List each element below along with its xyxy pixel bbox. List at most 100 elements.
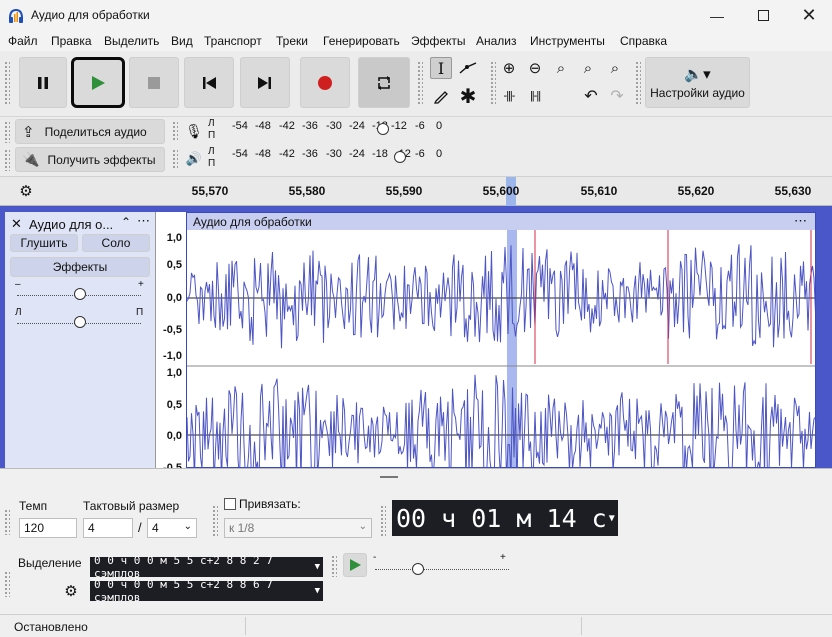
toolbar-grip[interactable] [4,571,10,597]
toolbar-grip[interactable] [172,121,178,141]
multi-tool-button[interactable]: ✱ [457,85,479,108]
channel-left-label: Л [208,118,215,129]
collapse-icon[interactable]: ⌃ [121,215,131,229]
mute-button[interactable]: Глушить [10,234,78,252]
waveform-clip[interactable]: Аудио для обработки ⋯ [186,212,816,468]
window-title: Аудио для обработки [31,8,150,22]
toolbar-grip[interactable] [212,505,218,537]
audio-setup-button[interactable]: 🔈▾ Настройки аудио [645,57,750,108]
stop-button[interactable] [129,57,179,108]
playback-meter[interactable]: -54 -48 -42 -36 -30 -24 -18 -12 -6 0 [222,145,447,171]
gain-plus: + [138,279,144,290]
record-meter-button[interactable]: 🎙 [183,120,205,142]
record-meter[interactable]: -54 -48 -42 -36 -30 -24 -18 -12 -6 0 [222,117,447,143]
toolbar-grip[interactable] [490,61,496,105]
clip-title-bar[interactable]: Аудио для обработки ⋯ [187,213,815,230]
selection-label: Выделение [18,556,82,570]
record-level-slider[interactable] [377,123,389,135]
silence-button[interactable]: ||-|| [524,85,546,107]
time-signature-label: Тактовый размер [83,499,180,513]
meter-tick: -36 [302,148,318,160]
toolbar-grip[interactable] [380,505,386,537]
toolbar-grip[interactable] [4,61,10,105]
toolbar-grip[interactable] [331,555,337,577]
tempo-field[interactable]: 120 [19,518,77,538]
selection-settings-button[interactable]: ⚙ [60,580,82,602]
trim-button[interactable]: -|||- [498,85,520,107]
zoom-toggle-button[interactable]: ⌕ [604,57,626,79]
menu-generate[interactable]: Генерировать [323,34,400,48]
track-effects-button[interactable]: Эффекты [10,257,150,277]
menu-edit[interactable]: Правка [51,34,92,48]
pause-button[interactable] [19,57,67,108]
skip-to-end-button[interactable] [240,57,290,108]
skip-start-icon [203,76,216,89]
toolbar-grip[interactable] [172,149,178,169]
selection-start-value: 0 0 ч 0 0 м 5 5 с+2 8 8 2 7 сэмплов [94,554,273,580]
time-signature-numerator[interactable]: 4 [83,518,133,538]
snap-checkbox[interactable] [224,498,236,510]
maximize-button[interactable] [740,0,786,31]
playback-meter-button[interactable]: 🔊 [183,148,205,170]
draw-tool-button[interactable] [430,85,452,107]
time-display[interactable]: 00 ч 01 м 14 с ▼ [392,500,618,536]
play-button[interactable] [71,57,125,108]
envelope-tool-button[interactable] [457,57,479,79]
speed-slider[interactable] [412,563,424,575]
ruler-label: -0,5 [163,324,182,336]
close-track-button[interactable]: ✕ [11,216,22,232]
minimize-button[interactable]: — [694,0,740,31]
menu-tracks[interactable]: Треки [276,34,308,48]
playback-level-slider[interactable] [394,151,406,163]
menu-analyze[interactable]: Анализ [476,34,517,48]
menu-transport[interactable]: Транспорт [204,34,262,48]
snap-dropdown[interactable]: к 1/8 ⌄ [224,518,372,538]
toolbar-grip[interactable] [635,61,641,105]
timeline-settings-button[interactable]: ⚙ [15,180,37,202]
menu-tools[interactable]: Инструменты [530,34,605,48]
zoom-toggle-icon: ⌕ [610,59,620,77]
menu-file[interactable]: Файл [8,34,38,48]
waveform-channel-left [187,244,815,349]
meter-tick: -30 [326,148,342,160]
timeline-ruler[interactable]: ⚙ 55,570 55,580 55,590 55,600 55,610 55,… [0,177,832,206]
solo-button[interactable]: Соло [82,234,150,252]
solo-label: Соло [101,236,131,250]
zoom-out-button[interactable]: ⊖ [524,57,546,79]
track-name[interactable]: Аудио для о... [29,217,113,232]
get-effects-button[interactable]: 🔌 Получить эффекты [15,147,165,172]
resize-handle[interactable] [380,476,398,478]
track-menu-icon[interactable]: ⋯ [137,213,150,229]
skip-end-icon [258,76,271,89]
tempo-value: 120 [24,521,45,535]
undo-button[interactable]: ↶ [580,85,602,107]
pan-slider[interactable] [74,316,86,328]
selection-end-field[interactable]: 0 0 ч 0 0 м 5 5 с+2 8 8 6 7 сэмплов ▼ [90,578,323,604]
ruler-label: -1,0 [163,350,182,362]
selection-tool-button[interactable]: I [430,57,452,79]
skip-to-start-button[interactable] [184,57,234,108]
selection-start-field[interactable]: 0 0 ч 0 0 м 5 5 с+2 8 8 2 7 сэмплов ▼ [90,554,323,580]
toolbar-grip[interactable] [4,509,10,535]
zoom-in-button[interactable]: ⊕ [498,57,520,79]
record-icon [318,75,332,90]
play-at-speed-button[interactable] [343,553,367,577]
toolbar-grip[interactable] [4,121,10,143]
fit-selection-button[interactable]: ⌕ [550,57,572,79]
menu-select[interactable]: Выделить [104,34,159,48]
fit-project-button[interactable]: ⌕ [577,57,599,79]
toolbar-grip[interactable] [4,149,10,171]
close-window-button[interactable]: ✕ [786,0,832,31]
loop-button[interactable] [358,57,410,108]
time-signature-denominator[interactable]: 4 ⌄ [147,518,197,538]
timeline-tick: 55,620 [677,184,715,198]
record-button[interactable] [300,57,350,108]
menu-view[interactable]: Вид [171,34,193,48]
toolbar-grip[interactable] [417,61,423,105]
menu-effects[interactable]: Эффекты [411,34,466,48]
redo-button[interactable]: ↷ [606,85,628,107]
clip-menu-icon[interactable]: ⋯ [794,213,807,229]
gain-slider[interactable] [74,288,86,300]
menu-help[interactable]: Справка [620,34,667,48]
share-audio-button[interactable]: ⇪ Поделиться аудио [15,119,165,144]
